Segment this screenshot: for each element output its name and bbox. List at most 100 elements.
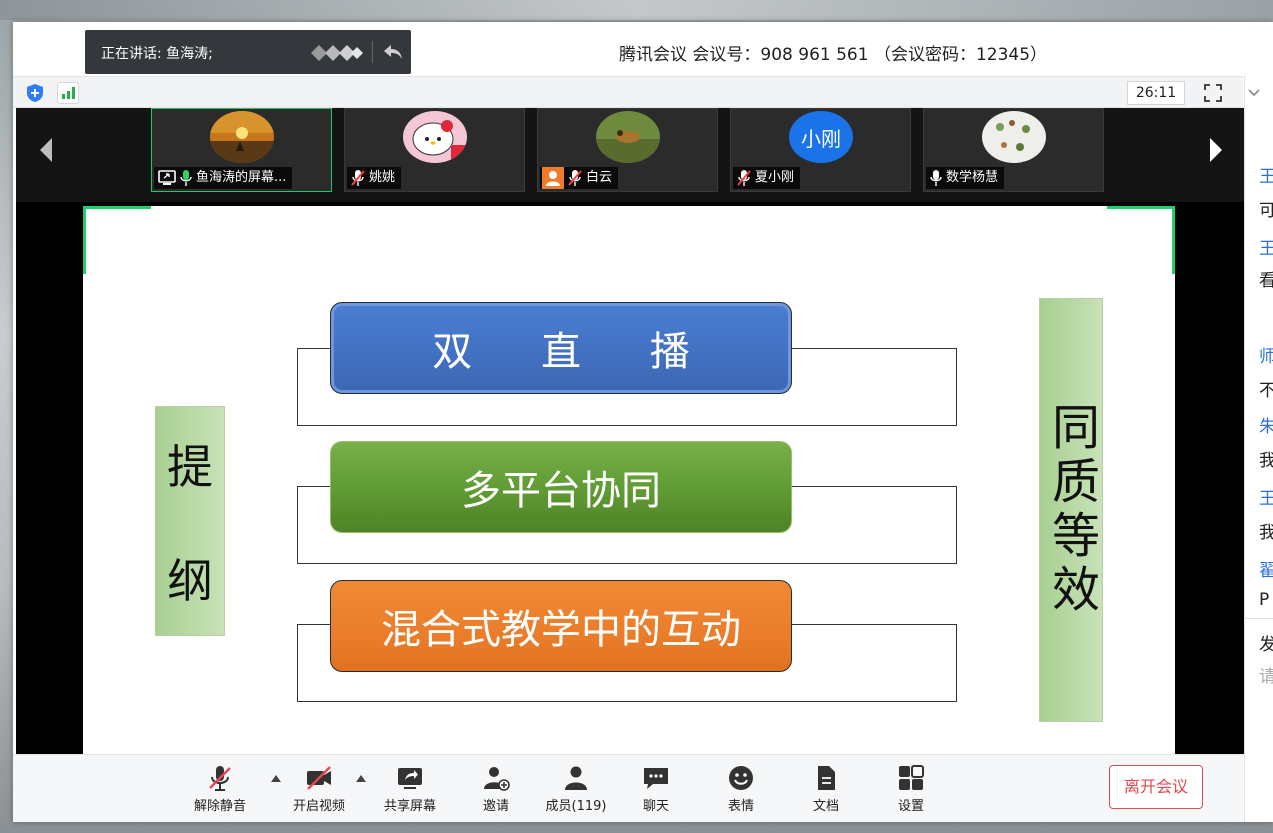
unmute-button[interactable]: 解除静音 [180,763,260,819]
participant-namebar: 夏小刚 [733,167,801,189]
participant-name: 数学杨慧 [946,170,999,185]
participant-tile[interactable]: 白云 [537,108,718,192]
strip-next-arrow-icon[interactable] [1206,136,1226,164]
slide-item-interaction: 混合式教学中的互动 [330,580,792,672]
video-options-caret-icon[interactable] [355,773,367,783]
shared-screen-slide: 提 纲 双 直 播 多平台协同 混合式教学中的互动 同质等效 [83,206,1175,754]
chat-message: 看 [1259,271,1273,291]
participant-namebar: 鱼海涛的屏幕... [154,167,293,189]
participant-tile[interactable]: 姚姚 [344,108,525,192]
strip-prev-arrow-icon[interactable] [36,136,56,164]
meeting-controls: 解除静音 开启视频 共享屏幕 邀请 成员(119) 聊天 表情 文档 设置 离开… [13,754,1243,822]
chat-sender: 翟 [1259,561,1273,581]
speaking-label: 正在讲话: 鱼海涛; [101,46,213,62]
speaking-indicator: 正在讲话: 鱼海涛; [85,30,411,74]
chat-message: 可 [1259,201,1273,221]
chat-input[interactable]: 请 [1259,662,1273,687]
add-person-icon [484,767,510,791]
members-button[interactable]: 成员(119) [536,763,616,819]
network-signal-icon[interactable] [57,82,79,104]
participant-tile[interactable]: 数学杨慧 [923,108,1104,192]
members-icon [565,766,587,790]
emoji-icon [729,766,753,790]
avatar [596,111,660,163]
microphone-muted-icon [351,170,365,186]
microphone-icon [930,170,942,186]
unmute-label: 解除静音 [193,799,246,814]
members-label: 成员(119) [545,799,607,814]
chat-input-divider [1245,618,1273,619]
meeting-title: 腾讯会议 会议号：908 961 561 （会议密码：12345） [619,45,1048,65]
microphone-muted-icon [737,170,751,186]
leave-meeting-button[interactable]: 离开会议 [1109,765,1203,809]
video-stage: 鱼海涛的屏幕... 姚姚 白云 小刚 夏小刚 数学杨慧 提 纲 双 直 播 多平… [16,108,1244,754]
person-badge-icon [542,167,564,189]
return-icon[interactable] [381,40,405,64]
chat-message: P [1259,590,1270,610]
meeting-window: 腾讯会议 会议号：908 961 561 （会议密码：12345） 正在讲话: … [13,22,1273,822]
share-border-corner [83,206,86,274]
chat-message: 我 [1259,523,1273,543]
participant-namebar: 白云 [540,167,619,189]
chat-message: 不 [1259,381,1273,401]
avatar: 小刚 [789,111,853,163]
share-screen-icon [398,768,422,789]
emoji-button[interactable]: 表情 [701,763,781,819]
audio-wave-icon [311,45,363,61]
status-row: 26:11 [13,76,1243,108]
chevron-down-icon[interactable] [1247,86,1261,100]
equivalence-label-box: 同质等效 [1039,298,1103,722]
equivalence-text: 同质等效 [1043,402,1099,618]
share-screen-label: 共享屏幕 [383,799,436,814]
share-screen-button[interactable]: 共享屏幕 [370,763,450,819]
docs-label: 文档 [812,799,839,814]
outline-char: 提 [167,440,213,494]
settings-label: 设置 [897,799,924,814]
participant-namebar: 姚姚 [347,167,402,189]
meeting-timer: 26:11 [1127,81,1185,105]
docs-button[interactable]: 文档 [786,763,866,819]
chat-label: 聊天 [642,799,669,814]
chat-button[interactable]: 聊天 [616,763,696,819]
participant-name: 夏小刚 [755,170,795,185]
participant-namebar: 数学杨慧 [926,167,1005,189]
invite-button[interactable]: 邀请 [456,763,536,819]
chat-icon [644,768,668,789]
slide-item-dual-live: 双 直 播 [330,302,792,394]
participant-strip: 鱼海涛的屏幕... 姚姚 白云 小刚 夏小刚 数学杨慧 [16,108,1244,202]
participant-tile[interactable]: 小刚 夏小刚 [730,108,911,192]
chat-sender: 王 [1259,489,1273,509]
avatar [982,111,1046,163]
desktop-background [0,0,1273,20]
start-video-label: 开启视频 [292,799,345,814]
microphone-icon [180,170,192,186]
camera-off-icon [307,766,331,790]
outline-char: 纲 [167,554,213,608]
chat-send-target[interactable]: 发 [1259,630,1273,655]
participant-tile[interactable]: 鱼海涛的屏幕... [151,108,332,192]
slide-item-multiplatform: 多平台协同 [330,441,792,533]
participant-name: 白云 [586,170,613,185]
avatar-initials: 小刚 [801,126,841,151]
share-border-corner [1107,206,1175,209]
settings-button[interactable]: 设置 [871,763,951,819]
chat-message: 我 [1259,451,1273,471]
document-icon [818,766,835,790]
microphone-muted-icon [568,170,582,186]
chat-sender: 王 [1259,239,1273,259]
invite-label: 邀请 [482,799,509,814]
emoji-label: 表情 [727,799,754,814]
avatar [210,111,274,163]
fullscreen-icon[interactable] [1203,83,1223,103]
outline-label-box: 提 纲 [155,406,225,636]
participant-name: 鱼海涛的屏幕... [196,170,287,185]
participant-name: 姚姚 [369,170,396,185]
toast-divider [372,41,373,63]
chat-sender: 王 [1259,167,1273,187]
security-shield-icon[interactable] [25,83,45,103]
start-video-button[interactable]: 开启视频 [279,763,359,819]
avatar [403,111,467,163]
screen-share-icon [158,170,176,185]
settings-grid-icon [899,765,924,790]
share-border-corner [1172,206,1175,274]
